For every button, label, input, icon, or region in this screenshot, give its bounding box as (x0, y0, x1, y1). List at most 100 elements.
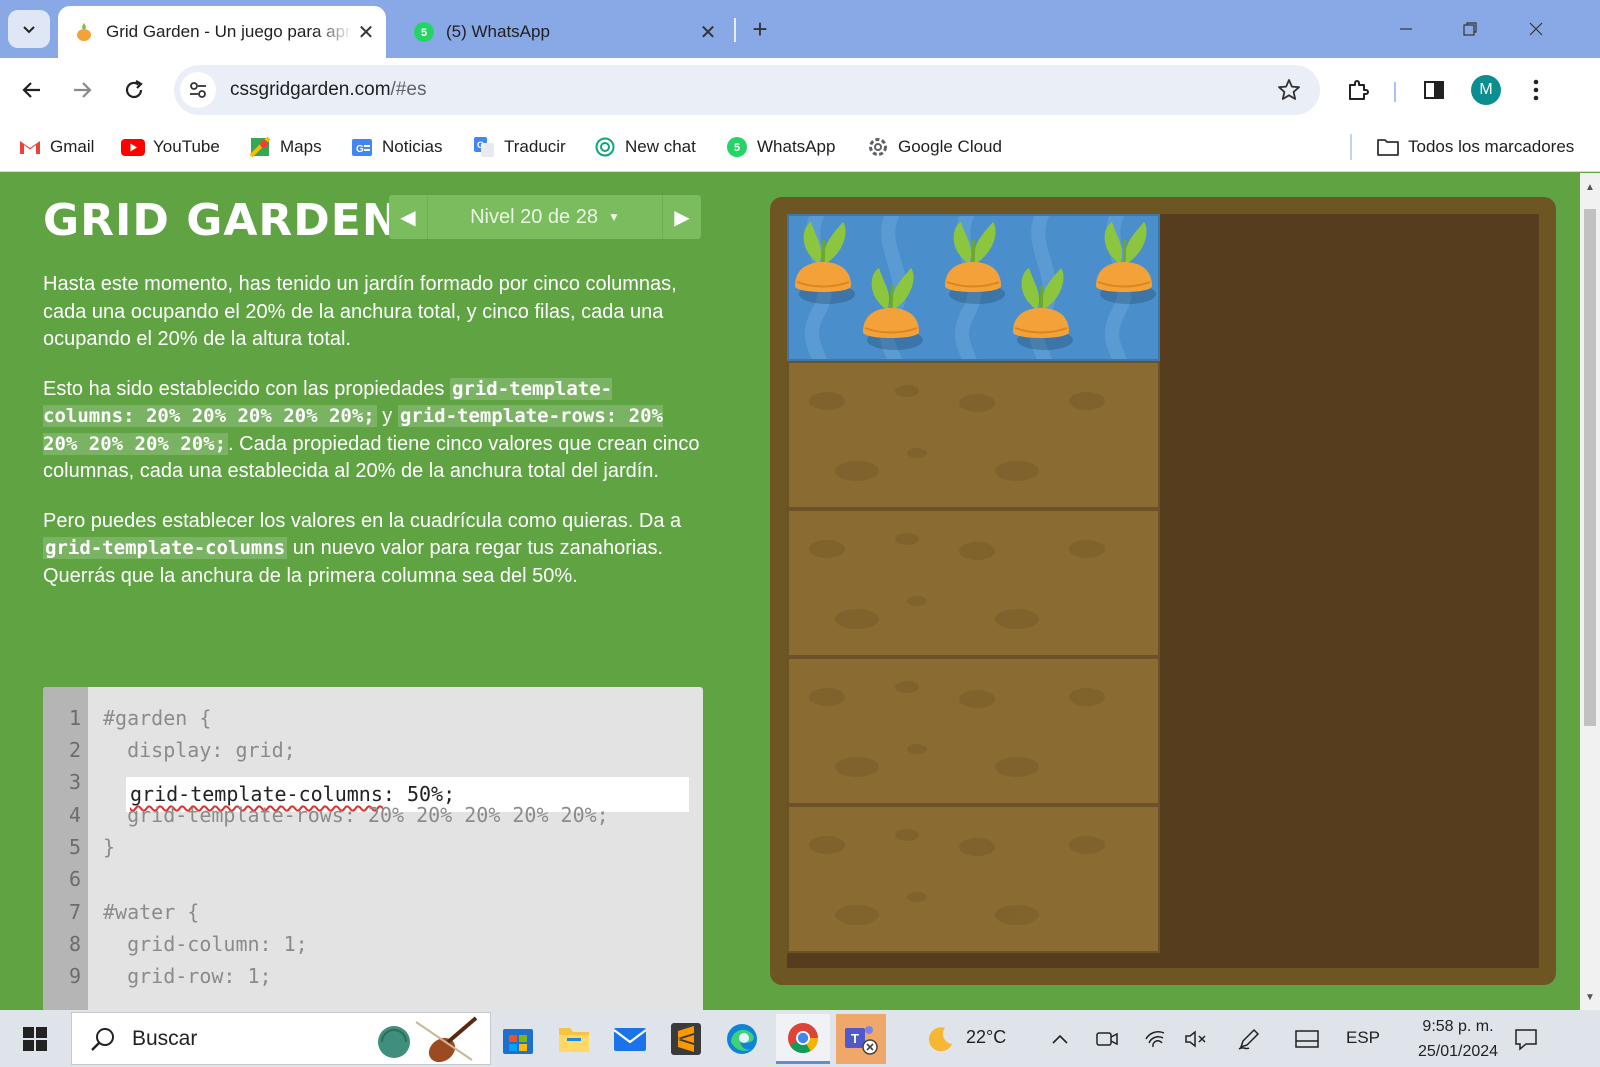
start-button[interactable] (12, 1014, 58, 1064)
bookmark-maps[interactable]: Maps (248, 132, 322, 162)
pen-menu-button[interactable] (1232, 1014, 1266, 1064)
new-tab-button[interactable]: + (746, 14, 774, 44)
volume-muted-icon (1185, 1030, 1206, 1048)
text-span: Pero puedes establecer los valores en la… (43, 509, 682, 532)
taskbar-chrome[interactable] (776, 1014, 830, 1064)
close-tab-icon[interactable]: ✕ (352, 18, 380, 46)
input-language[interactable]: ESP (1346, 1028, 1380, 1048)
arrow-right-icon (74, 82, 92, 98)
side-panel-icon (1424, 81, 1444, 99)
weather-widget[interactable] (920, 1014, 960, 1064)
browser-toolbar: cssgridgarden.com/#es M (0, 58, 1600, 122)
level-dropdown[interactable]: Nivel 20 de 28 ▼ (427, 195, 663, 239)
page-scrollbar[interactable]: ▲ ▼ (1580, 173, 1600, 1010)
line-number: 5 (68, 835, 81, 859)
scrollbar-thumb[interactable] (1584, 209, 1596, 726)
bookmark-noticias[interactable]: G Noticias (350, 132, 442, 162)
folder-icon (559, 1028, 589, 1052)
taskbar: Buscar T 22°C ESP 9:58 p. m. 25/01/2024 (0, 1010, 1600, 1067)
code-text: #garden { (103, 706, 212, 730)
scroll-down-icon[interactable]: ▼ (1580, 987, 1600, 1007)
bookmark-star-icon[interactable] (1276, 77, 1302, 103)
close-window-button[interactable] (1516, 12, 1556, 46)
code-line: 1 #garden { (43, 702, 703, 735)
bookmarks-divider (1350, 134, 1352, 160)
bookmark-youtube[interactable]: YouTube (121, 132, 220, 162)
instructions: Hasta este momento, has tenido un jardín… (43, 271, 703, 612)
close-tab-icon[interactable]: ✕ (694, 18, 722, 46)
tab-grid-garden[interactable]: Grid Garden - Un juego para aprender CSS… (58, 6, 386, 58)
bookmark-google-cloud[interactable]: Google Cloud (866, 132, 1002, 162)
side-panel-button[interactable] (1416, 72, 1452, 108)
news-icon: G (350, 136, 374, 158)
bookmark-label: WhatsApp (757, 137, 836, 156)
folder-icon (1376, 136, 1400, 158)
taskbar-file-explorer[interactable] (552, 1014, 596, 1064)
soil-texture (809, 385, 1105, 925)
code-line: 8 grid-column: 1; (43, 928, 703, 961)
violin-illustration-icon (378, 1016, 478, 1063)
taskbar-edge[interactable] (720, 1014, 764, 1064)
svg-text:G: G (477, 140, 484, 150)
chevron-up-icon (1052, 1034, 1068, 1044)
instructions-paragraph: Pero puedes establecer los valores en la… (43, 508, 703, 591)
line-number: 8 (68, 932, 81, 956)
avatar: M (1471, 75, 1501, 105)
bookmark-label: Google Cloud (898, 137, 1002, 156)
bookmark-new-chat[interactable]: New chat (593, 132, 696, 162)
bookmark-whatsapp[interactable]: 5 WhatsApp (725, 132, 835, 162)
instructions-paragraph: Hasta este momento, has tenido un jardín… (43, 273, 677, 350)
code-text: display: grid; (103, 738, 296, 762)
next-level-button[interactable]: ▶ (663, 195, 701, 239)
address-bar[interactable]: cssgridgarden.com/#es (174, 65, 1320, 115)
profile-button[interactable]: M (1468, 72, 1504, 108)
meet-now-button[interactable] (1092, 1014, 1122, 1064)
tab-search-button[interactable] (8, 10, 50, 48)
taskbar-search[interactable]: Buscar (71, 1012, 491, 1065)
chrome-menu-button[interactable] (1518, 72, 1554, 108)
line-number: 9 (68, 964, 81, 988)
minimize-button[interactable] (1386, 12, 1426, 46)
tab-title: (5) WhatsApp (446, 22, 550, 41)
back-button[interactable] (14, 72, 50, 108)
site-settings-icon[interactable] (180, 72, 216, 108)
weather-temperature[interactable]: 22°C (966, 1027, 1006, 1048)
sublime-text-icon (671, 1023, 701, 1055)
taskbar-teams[interactable]: T (836, 1014, 886, 1064)
carrot-icon (1013, 268, 1073, 350)
windows-icon (23, 1027, 47, 1051)
show-hidden-icons-button[interactable] (1044, 1014, 1076, 1064)
restore-button[interactable] (1450, 12, 1490, 46)
bookmark-gmail[interactable]: Gmail (18, 132, 94, 162)
notifications-button[interactable] (1504, 1014, 1548, 1064)
code-text: } (103, 835, 116, 859)
reload-button[interactable] (116, 72, 152, 108)
taskbar-store[interactable] (496, 1014, 540, 1064)
tab-whatsapp[interactable]: 5 (5) WhatsApp ✕ (398, 6, 728, 58)
close-icon (1529, 22, 1543, 36)
page-content: GRID GARDEN ◀ Nivel 20 de 28 ▼ ▶ Hasta e… (0, 173, 1580, 1010)
chrome-icon (788, 1022, 818, 1053)
volume-button[interactable] (1180, 1014, 1212, 1064)
game-logo: GRID GARDEN (43, 195, 400, 246)
forward-button[interactable] (64, 72, 100, 108)
bookmark-label: New chat (625, 137, 696, 156)
bookmarks-bar: Gmail YouTube Maps G Noticias G Traducir… (0, 122, 1600, 172)
touch-keyboard-button[interactable] (1290, 1014, 1324, 1064)
translate-icon: G (472, 136, 496, 158)
taskbar-sublime[interactable] (664, 1014, 708, 1064)
taskbar-mail[interactable] (608, 1014, 652, 1064)
prev-level-button[interactable]: ◀ (389, 195, 427, 239)
clock[interactable]: 9:58 p. m. 25/01/2024 (1406, 1014, 1510, 1064)
clock-date: 25/01/2024 (1417, 1043, 1499, 1060)
line-number: 6 (68, 867, 81, 891)
network-button[interactable] (1140, 1014, 1170, 1064)
code-text: grid-row: 1; (103, 964, 272, 988)
all-bookmarks-button[interactable]: Todos los marcadores (1376, 132, 1574, 162)
bookmark-traducir[interactable]: G Traducir (472, 132, 566, 162)
scroll-up-icon[interactable]: ▲ (1580, 177, 1600, 197)
extensions-button[interactable] (1340, 72, 1376, 108)
code-line: 6 (43, 863, 703, 896)
code-line: 4 grid-template-rows: 20% 20% 20% 20% 20… (43, 799, 703, 832)
maps-icon (248, 136, 272, 158)
